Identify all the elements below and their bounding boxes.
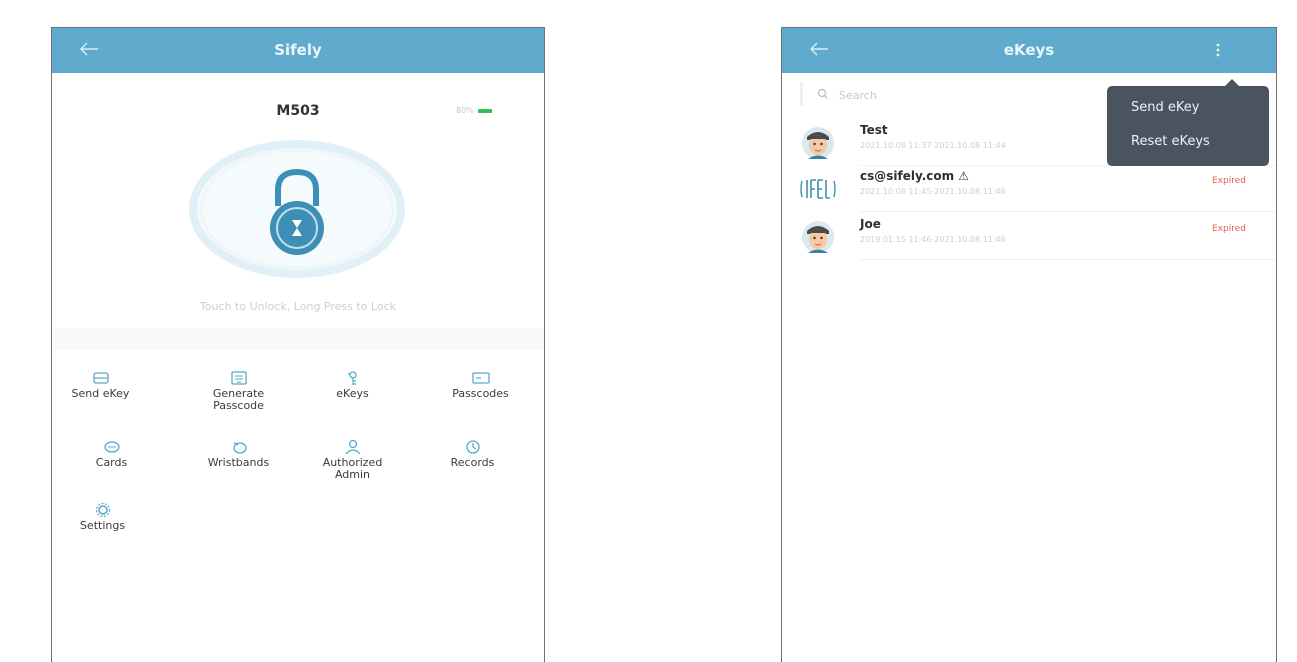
unlock-button[interactable] [184,136,410,282]
page-title: Sifely [274,41,322,59]
generate-passcode-button[interactable]: Generate Passcode [186,370,291,412]
ekey-list-item[interactable]: Joe 2019.01.15 11:46-2021.10.08 11:46 Ex… [782,214,1276,260]
send-ekey-icon [92,372,109,384]
ekeys-icon [347,371,357,385]
unlock-hint: Touch to Unlock, Long Press to Lock [199,300,396,313]
avatar-face [802,127,834,159]
wristbands-label: Wristbands [207,456,270,469]
cards-label: Cards [95,456,128,469]
more-vertical-icon[interactable] [1212,42,1224,60]
send-ekey-button[interactable]: Send eKey [52,370,153,400]
search-input[interactable] [837,84,1081,106]
passcodes-button[interactable]: Passcodes [428,370,533,400]
wristband-icon [232,442,247,454]
send-ekey-label: Send eKey [71,387,130,400]
records-clock-icon [465,440,480,454]
title-bar: eKeys [782,28,1276,73]
keyboard-icon [230,371,247,385]
lock-detail-screen: Sifely M503 80% Touch to Unlock, Long Pr… [51,27,545,662]
title-bar: Sifely [52,28,544,73]
row-divider [860,259,1276,260]
cards-button[interactable]: Cards [59,439,164,469]
ekeys-screen: eKeys Test 2021.10.08 11:37-2021.10.08 1… [781,27,1277,662]
passcodes-icon [471,372,490,384]
ekey-validity: 2021.10.08 11:45-2021.10.08 11:46 [860,187,1006,196]
ekeys-button[interactable]: eKeys [300,370,405,400]
generate-passcode-label: Generate Passcode [212,387,265,412]
records-button[interactable]: Records [420,439,525,469]
page-title: eKeys [1003,41,1055,59]
ekey-validity: 2021.10.08 11:37-2021.10.08 11:44 [860,141,1006,150]
ekey-list-item[interactable]: cs@sifely.com ⚠ 2021.10.08 11:45-2021.10… [782,166,1276,212]
battery-icon [477,108,492,113]
records-label: Records [450,456,495,469]
ekey-name: Test [860,123,888,137]
passcodes-label: Passcodes [452,387,509,400]
settings-button[interactable]: Settings [52,502,155,532]
authorized-admin-label: Authorized Admin [322,456,383,481]
padlock-icon [189,140,405,278]
ekey-status: Expired [1212,176,1246,186]
avatar-face [802,221,834,253]
sifely-logo [800,179,836,199]
gear-icon [95,502,110,518]
search-icon [817,88,828,99]
battery-level: 80% [456,106,474,115]
settings-label: Settings [79,519,126,532]
row-divider [860,211,1276,212]
popup-pointer [1225,79,1239,86]
battery-indicator: 80% [456,106,492,115]
ekey-name: Joe [860,217,881,231]
ekey-status: Expired [1212,224,1246,234]
ekeys-label: eKeys [336,387,369,400]
ekey-name: cs@sifely.com ⚠ [860,169,970,183]
ekey-validity: 2019.01.15 11:46-2021.10.08 11:46 [860,235,1006,244]
send-ekey-menu-item[interactable]: Send eKey [1131,100,1199,115]
authorized-admin-button[interactable]: Authorized Admin [300,439,405,481]
reset-ekeys-menu-item[interactable]: Reset eKeys [1131,134,1210,149]
wristbands-button[interactable]: Wristbands [186,439,291,469]
section-divider [52,328,544,350]
card-icon [103,441,120,453]
options-popup-menu: Send eKey Reset eKeys [1107,79,1269,166]
admin-user-icon [345,439,360,455]
